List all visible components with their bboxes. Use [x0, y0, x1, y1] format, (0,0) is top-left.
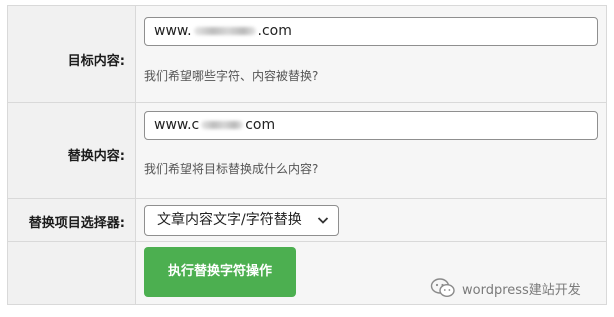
replace-selector-label: 替换项目选择器: [28, 216, 125, 231]
replace-content-row: 替换内容: www.c com 我们希望将目标替换成什么内容? [8, 103, 606, 199]
replace-selector-row: 替换项目选择器: 文章内容文字/字符替换 [8, 199, 606, 242]
replace-content-label: 替换内容: [67, 149, 125, 164]
target-content-input[interactable]: www. .com [144, 17, 598, 46]
redacted-text [193, 26, 256, 35]
target-content-hint: 我们希望哪些字符、内容被替换? [144, 69, 319, 83]
chevron-down-icon [317, 217, 329, 224]
replace-selector-dropdown[interactable]: 文章内容文字/字符替换 [144, 205, 339, 236]
replace-settings-form: 目标内容: www. .com 我们希望哪些字符、内容被替换? 替换内容: www… [7, 5, 607, 305]
watermark: wordpress建站开发 [430, 277, 581, 299]
watermark-text: wordpress建站开发 [462, 282, 581, 298]
target-content-row: 目标内容: www. .com 我们希望哪些字符、内容被替换? [8, 6, 606, 103]
execute-replace-button[interactable]: 执行替换字符操作 [144, 247, 296, 297]
replace-content-hint: 我们希望将目标替换成什么内容? [144, 162, 319, 176]
replace-content-input[interactable]: www.c com [144, 111, 598, 140]
target-content-label: 目标内容: [67, 54, 125, 69]
wechat-icon [430, 278, 455, 298]
redacted-text [201, 120, 244, 129]
